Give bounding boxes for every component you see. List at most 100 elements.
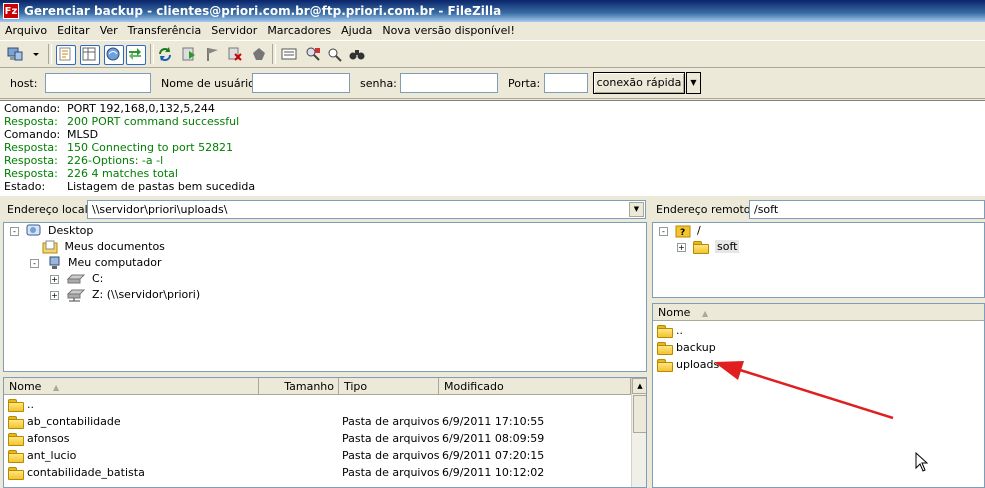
filter-icon[interactable]: [280, 45, 298, 63]
list-item[interactable]: ant_lucio Pasta de arquivos 6/9/2011 07:…: [4, 447, 631, 464]
scroll-up-icon[interactable]: ▲: [632, 378, 646, 394]
folder-icon: [8, 399, 24, 412]
menu-servidor[interactable]: Servidor: [206, 22, 262, 40]
toolbar: [0, 40, 985, 68]
port-input[interactable]: [544, 73, 588, 93]
remote-directory-tree[interactable]: - ? / + soft: [652, 222, 985, 298]
tree-item-root[interactable]: - ? /: [659, 223, 701, 239]
log-line: Comando: PORT 192,168,0,132,5,244: [4, 102, 215, 115]
computer-icon: [49, 256, 59, 269]
remote-address-input[interactable]: /soft: [749, 200, 985, 219]
folder-icon: [8, 450, 24, 463]
menu-nova-versao[interactable]: Nova versão disponível!: [377, 22, 519, 40]
menu-arquivo[interactable]: Arquivo: [0, 22, 52, 40]
transfer-queue-icon[interactable]: [126, 45, 146, 65]
toolbar-separator: [150, 44, 154, 64]
column-header-modificado[interactable]: Modificado: [439, 378, 631, 395]
tree-label: /: [697, 224, 701, 237]
network-drive-icon: [66, 289, 85, 302]
list-item[interactable]: ..: [653, 322, 984, 339]
disconnect-icon[interactable]: [250, 45, 268, 63]
stop-icon[interactable]: [204, 45, 222, 63]
scrollbar-thumb[interactable]: [633, 395, 646, 433]
mouse-cursor-icon: [915, 452, 929, 472]
process-queue-icon[interactable]: [180, 45, 198, 63]
list-item[interactable]: contabilidade_batista Pasta de arquivos …: [4, 464, 631, 481]
expand-icon[interactable]: +: [677, 242, 686, 252]
tree-item-desktop[interactable]: - Desktop: [10, 223, 93, 239]
window-title: Gerenciar backup - clientes@priori.com.b…: [24, 4, 502, 18]
remote-pane: Endereço remoto: /soft - ? / + soft Nome…: [650, 197, 985, 488]
log-line: Estado: Listagem de pastas bem sucedida: [4, 180, 256, 193]
tree-label: soft: [715, 240, 740, 253]
toolbar-separator: [272, 44, 276, 64]
cancel-icon[interactable]: [226, 45, 244, 63]
collapse-icon[interactable]: -: [10, 226, 19, 236]
dropdown-arrow-icon[interactable]: [30, 45, 42, 63]
expand-icon[interactable]: +: [50, 274, 59, 284]
menu-bar: Arquivo Editar Ver Transferência Servidor Mar…: [0, 22, 985, 40]
tree-item-meus-documentos[interactable]: Meus documentos: [42, 239, 165, 255]
quickconnect-bar: host: Nome de usuário: senha: Porta: con…: [0, 69, 985, 99]
compare-icon[interactable]: [304, 45, 322, 63]
tree-label: C:: [92, 272, 104, 285]
search-icon[interactable]: [326, 45, 344, 63]
folder-icon: [8, 433, 24, 446]
tree-item-soft[interactable]: + soft: [677, 239, 740, 255]
column-header-nome[interactable]: Nome ▲: [653, 304, 984, 321]
svg-text:?: ?: [680, 228, 685, 238]
message-log-icon[interactable]: [56, 45, 76, 65]
toolbar-separator: [48, 44, 52, 64]
password-label: senha:: [360, 77, 397, 90]
collapse-icon[interactable]: -: [30, 258, 39, 268]
drive-icon: [66, 274, 85, 284]
menu-ver[interactable]: Ver: [95, 22, 123, 40]
menu-marcadores[interactable]: Marcadores: [262, 22, 336, 40]
annotation-arrow: [714, 361, 894, 420]
menu-transferencia[interactable]: Transferência: [123, 22, 207, 40]
list-item[interactable]: ..: [4, 396, 631, 413]
folder-icon: [692, 241, 709, 254]
host-input[interactable]: [45, 73, 151, 93]
tree-item-drive-z[interactable]: + Z: (\\servidor\priori): [50, 287, 200, 303]
local-pane: Endereço local: \\servidor\priori\upload…: [0, 197, 650, 488]
local-address-input[interactable]: \\servidor\priori\uploads\ ▼: [87, 200, 646, 219]
folder-icon: [657, 359, 673, 372]
list-item[interactable]: ab_contabilidade Pasta de arquivos 6/9/2…: [4, 413, 631, 430]
folder-icon: [8, 467, 24, 480]
collapse-icon[interactable]: -: [659, 226, 668, 236]
column-header-tipo[interactable]: Tipo: [339, 378, 439, 395]
password-input[interactable]: [400, 73, 498, 93]
refresh-icon[interactable]: [156, 45, 174, 63]
menu-ajuda[interactable]: Ajuda: [336, 22, 377, 40]
log-line: Resposta: 226 4 matches total: [4, 167, 178, 180]
remote-tree-icon[interactable]: [104, 45, 124, 65]
tree-label: Meus documentos: [64, 240, 165, 253]
folder-icon: [657, 342, 673, 355]
list-item[interactable]: afonsos Pasta de arquivos 6/9/2011 08:09…: [4, 430, 631, 447]
local-list-scrollbar[interactable]: ▲: [631, 378, 646, 487]
tree-item-meu-computador[interactable]: - Meu computador: [30, 255, 161, 271]
local-tree-icon[interactable]: [80, 45, 100, 65]
sort-icon: ▲: [701, 309, 709, 318]
column-header-tamanho[interactable]: Tamanho: [259, 378, 339, 395]
chevron-down-icon[interactable]: ▼: [629, 202, 644, 217]
expand-icon[interactable]: +: [50, 290, 59, 300]
quickconnect-button[interactable]: conexão rápida: [593, 72, 685, 94]
quickconnect-dropdown-icon[interactable]: ▼: [686, 72, 701, 94]
documents-folder-icon: [42, 240, 58, 254]
message-log[interactable]: Comando: PORT 192,168,0,132,5,244 Respost…: [0, 100, 985, 196]
port-label: Porta:: [508, 77, 541, 90]
column-header-nome[interactable]: Nome ▲: [4, 378, 259, 395]
tree-item-drive-c[interactable]: + C:: [50, 271, 103, 287]
local-directory-tree[interactable]: - Desktop Meus documentos - Meu computad…: [3, 222, 647, 372]
username-input[interactable]: [252, 73, 350, 93]
window-title-bar[interactable]: Gerenciar backup - clientes@priori.com.b…: [0, 0, 985, 22]
site-manager-icon[interactable]: [6, 45, 24, 63]
log-line: Resposta: 150 Connecting to port 52821: [4, 141, 234, 154]
local-file-list[interactable]: Nome ▲ Tamanho Tipo Modificado .. ab_con…: [3, 377, 647, 488]
desktop-icon: [26, 224, 40, 236]
host-label: host:: [10, 77, 38, 90]
binoculars-icon[interactable]: [348, 45, 366, 63]
menu-editar[interactable]: Editar: [52, 22, 95, 40]
